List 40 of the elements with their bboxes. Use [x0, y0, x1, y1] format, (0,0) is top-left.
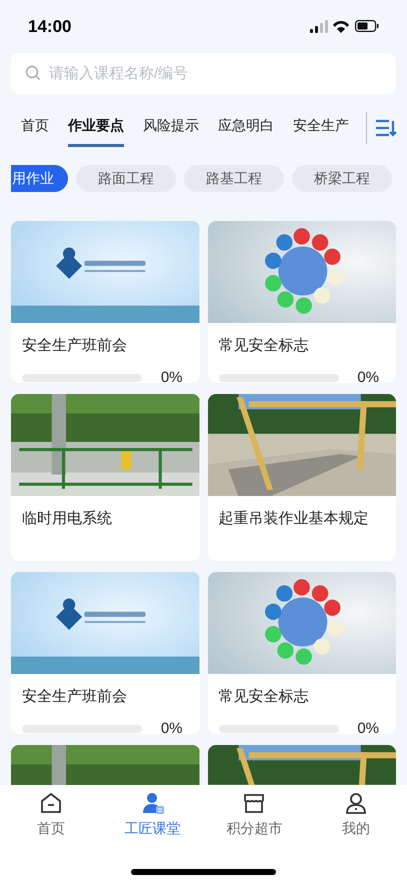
nav-tab[interactable]: 我的 [305, 791, 407, 843]
progress-percent: 0% [160, 718, 182, 734]
battery-icon [355, 20, 379, 32]
course-card[interactable]: 安全生产班前会 0% [11, 572, 200, 734]
course-card[interactable]: 常见安全标志 0% [208, 572, 396, 734]
user-icon [344, 791, 368, 815]
search-field[interactable]: 请输入课程名称/编号 [11, 52, 396, 94]
status-time: 14:00 [28, 16, 72, 38]
progress-percent: 0% [357, 718, 379, 734]
nav-tab[interactable]: 积分超市 [204, 791, 306, 843]
menu-icon[interactable] [375, 118, 397, 138]
category-chip[interactable]: 路面工程 [76, 165, 176, 192]
category-chip[interactable]: 桥梁工程 [292, 165, 392, 192]
search-icon [25, 64, 41, 81]
shop-icon [242, 791, 266, 815]
category-chip[interactable]: 用作业 [11, 165, 68, 192]
wifi-icon [333, 20, 350, 33]
course-title: 常见安全标志 [218, 336, 310, 356]
course-title: 常见安全标志 [218, 687, 310, 707]
course-title: 安全生产班前会 [22, 687, 128, 707]
course-title: 临时用电系统 [22, 509, 113, 529]
signal-icon [310, 20, 328, 33]
tab[interactable]: 首页 [21, 109, 49, 148]
course-card[interactable]: 临时用电系统 [11, 394, 200, 561]
tab[interactable]: 作业要点 [68, 109, 124, 148]
home-icon [38, 791, 63, 815]
tab[interactable]: 安全生产 [293, 109, 349, 148]
course-card[interactable]: 常见安全标志 0% [208, 221, 396, 383]
category-chip[interactable]: 路基工程 [184, 165, 284, 192]
progress-percent: 0% [357, 368, 379, 383]
tab[interactable]: 应急明白 [218, 109, 274, 148]
progress-percent: 0% [160, 368, 182, 383]
course-card[interactable]: 安全生产班前会 0% [11, 221, 200, 383]
nav-tab[interactable]: 工匠课堂 [102, 791, 204, 843]
course-title: 安全生产班前会 [22, 336, 128, 356]
course-card[interactable]: 起重吊装作业基本规定 [208, 394, 396, 561]
person-icon [140, 791, 165, 815]
tab[interactable]: 风险提示 [143, 109, 199, 148]
nav-tab[interactable]: 首页 [0, 791, 102, 843]
course-title: 起重吊装作业基本规定 [218, 509, 370, 529]
